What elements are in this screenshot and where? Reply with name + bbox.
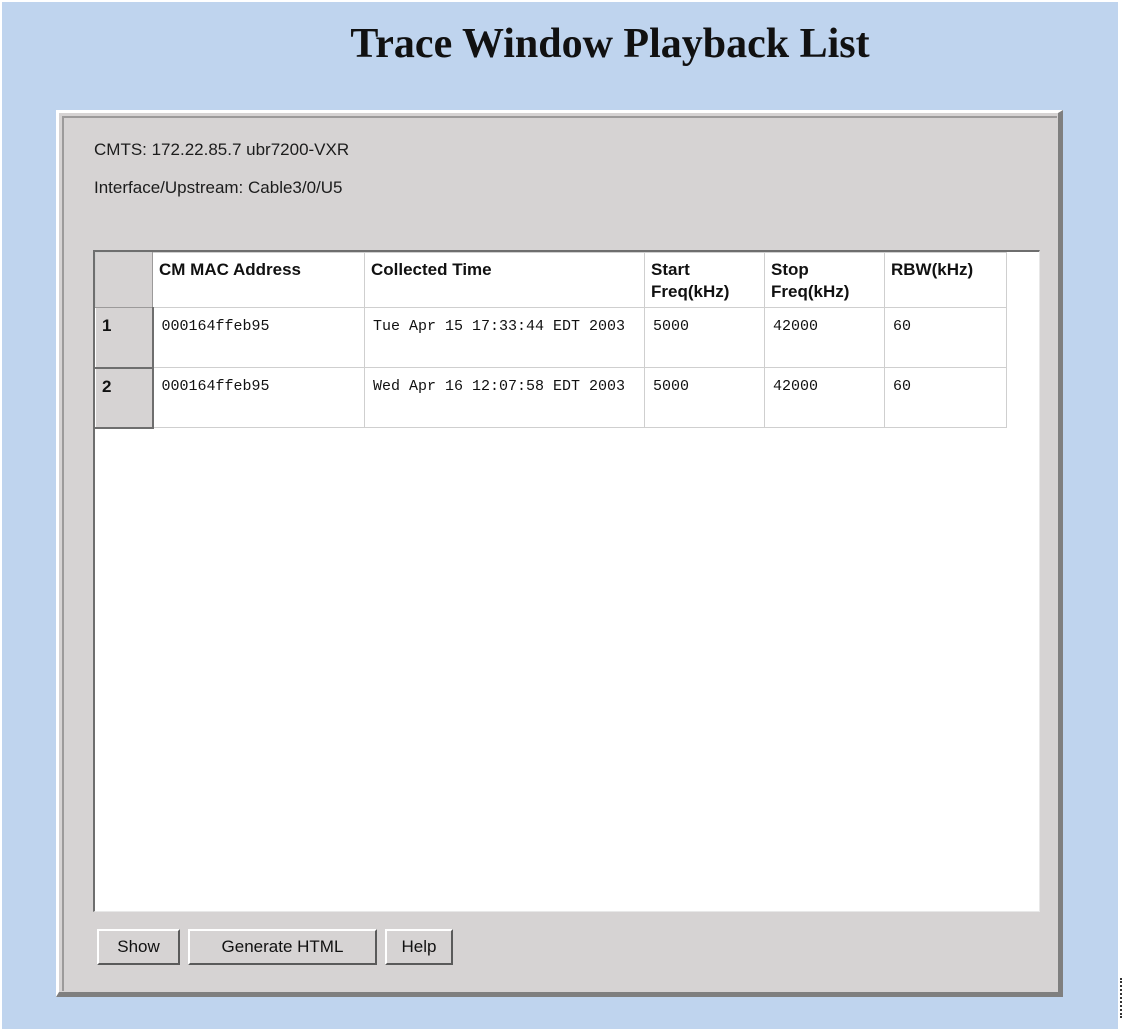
playback-table-area[interactable]: CM MAC Address Collected Time Start Freq… — [93, 250, 1040, 912]
cell-start-freq[interactable]: 5000 — [644, 367, 765, 428]
help-button[interactable]: Help — [385, 929, 453, 965]
playback-panel: CMTS: 172.22.85.7 ubr7200-VXR Interface/… — [56, 110, 1063, 997]
table-header-row: CM MAC Address Collected Time Start Freq… — [95, 252, 1007, 308]
column-header-mac[interactable]: CM MAC Address — [152, 252, 365, 308]
row-number[interactable]: 2 — [95, 367, 154, 429]
side-tick-marks — [1120, 978, 1126, 1018]
cell-collected-time[interactable]: Tue Apr 15 17:33:44 EDT 2003 — [364, 307, 645, 368]
cell-collected-time[interactable]: Wed Apr 16 12:07:58 EDT 2003 — [364, 367, 645, 428]
table-row[interactable]: 2 000164ffeb95 Wed Apr 16 12:07:58 EDT 2… — [95, 367, 1007, 429]
cell-start-freq[interactable]: 5000 — [644, 307, 765, 368]
column-header-start-freq[interactable]: Start Freq(kHz) — [644, 252, 765, 308]
cell-stop-freq[interactable]: 42000 — [764, 307, 885, 368]
cell-rbw[interactable]: 60 — [884, 367, 1007, 428]
generate-html-button[interactable]: Generate HTML — [188, 929, 377, 965]
interface-info: Interface/Upstream: Cable3/0/U5 — [94, 178, 343, 197]
table-row[interactable]: 1 000164ffeb95 Tue Apr 15 17:33:44 EDT 2… — [95, 307, 1007, 369]
cell-mac[interactable]: 000164ffeb95 — [152, 367, 365, 428]
cell-rbw[interactable]: 60 — [884, 307, 1007, 368]
cell-mac[interactable]: 000164ffeb95 — [152, 307, 365, 368]
cmts-info: CMTS: 172.22.85.7 ubr7200-VXR — [94, 140, 350, 159]
playback-table: CM MAC Address Collected Time Start Freq… — [95, 252, 1007, 429]
cell-stop-freq[interactable]: 42000 — [764, 367, 885, 428]
column-header-collected-time[interactable]: Collected Time — [364, 252, 645, 308]
column-header-stop-freq[interactable]: Stop Freq(kHz) — [764, 252, 885, 308]
column-header-rbw[interactable]: RBW(kHz) — [884, 252, 1007, 308]
show-button[interactable]: Show — [97, 929, 180, 965]
panel-inner: CMTS: 172.22.85.7 ubr7200-VXR Interface/… — [62, 116, 1057, 991]
table-corner-cell — [95, 252, 153, 308]
page-title: Trace Window Playback List — [350, 21, 870, 67]
row-number[interactable]: 1 — [95, 307, 154, 369]
